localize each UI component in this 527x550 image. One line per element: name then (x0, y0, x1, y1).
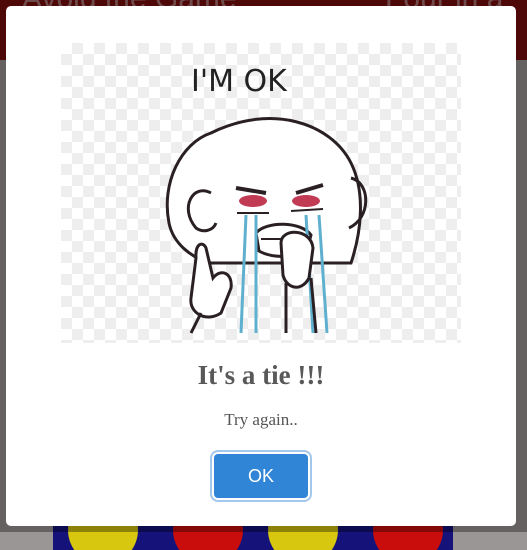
tie-sticker-image: I'M OK (61, 43, 461, 343)
dialog-title: It's a tie !!! (197, 360, 325, 390)
dialog-message: Try again.. (224, 410, 298, 429)
result-dialog: I'M OK It's a tie !!! Try again.. OK (6, 6, 516, 526)
sticker-caption: I'M OK (191, 64, 288, 99)
crying-face-illustration: I'M OK (165, 64, 368, 334)
ok-button[interactable]: OK (214, 454, 308, 498)
